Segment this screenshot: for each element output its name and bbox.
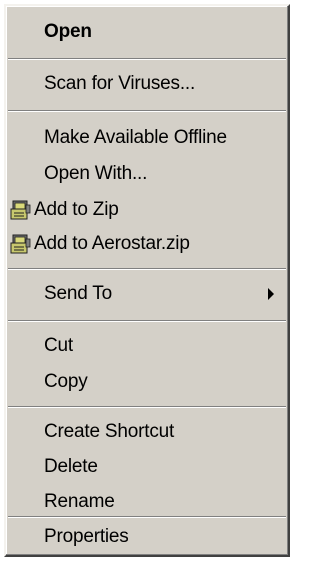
menu-separator xyxy=(8,268,286,270)
menu-item-open[interactable]: Open xyxy=(8,12,286,52)
menu-item-properties[interactable]: Properties xyxy=(8,520,286,554)
menu-separator xyxy=(8,110,286,112)
menu-item-create-shortcut[interactable]: Create Shortcut xyxy=(8,412,286,452)
menu-item-add-to-aerostar-zip[interactable]: Add to Aerostar.zip xyxy=(8,224,286,264)
menu-separator xyxy=(8,516,286,518)
menu-item-copy[interactable]: Copy xyxy=(8,362,286,402)
menu-item-label: Copy xyxy=(44,371,88,392)
menu-item-send-to[interactable]: Send To xyxy=(8,274,286,314)
context-menu: Open Scan for Viruses... Make Available … xyxy=(4,4,290,557)
menu-separator xyxy=(8,406,286,408)
menu-item-open-with[interactable]: Open With... xyxy=(8,154,286,194)
zip-archive-icon xyxy=(10,234,32,254)
menu-item-label: Properties xyxy=(44,526,129,547)
menu-item-label: Create Shortcut xyxy=(44,421,175,442)
menu-item-label: Cut xyxy=(44,335,73,356)
menu-item-scan-for-viruses[interactable]: Scan for Viruses... xyxy=(8,64,286,104)
menu-item-label: Open xyxy=(44,21,92,42)
menu-item-make-available-offline[interactable]: Make Available Offline xyxy=(8,118,286,158)
menu-item-cut[interactable]: Cut xyxy=(8,326,286,366)
menu-item-label: Add to Aerostar.zip xyxy=(34,233,190,254)
menu-separator xyxy=(8,320,286,322)
chevron-right-icon xyxy=(268,288,274,300)
menu-item-delete[interactable]: Delete xyxy=(8,447,286,487)
menu-item-label: Send To xyxy=(44,283,112,304)
zip-archive-icon xyxy=(10,200,32,220)
menu-item-label: Scan for Viruses... xyxy=(44,73,196,94)
menu-separator xyxy=(8,58,286,60)
menu-item-label: Delete xyxy=(44,456,98,477)
menu-item-label: Open With... xyxy=(44,163,148,184)
menu-item-label: Make Available Offline xyxy=(44,127,227,148)
